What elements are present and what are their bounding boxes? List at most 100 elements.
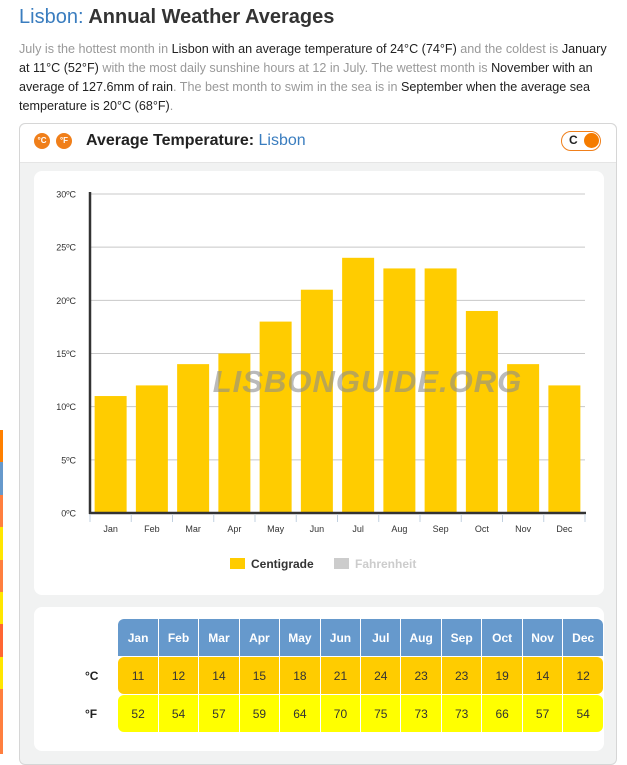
fahrenheit-cell: 70 [320, 695, 361, 732]
side-strip-segment [0, 656, 3, 690]
celsius-cell: 21 [320, 657, 361, 694]
celsius-cell: 15 [239, 657, 280, 694]
side-color-strip [0, 430, 3, 754]
side-strip-segment [0, 559, 3, 592]
bar-oct [465, 310, 498, 513]
intro-text: with the most daily sunshine hours at 12… [98, 61, 492, 75]
legend-label-fahrenheit: Fahrenheit [355, 557, 417, 571]
fahrenheit-cell: 52 [118, 695, 158, 732]
celsius-cell: 11 [118, 657, 158, 694]
page-title: Lisbon: Annual Weather Averages [19, 6, 334, 29]
x-tick-label: Jan [103, 524, 118, 534]
month-header: Oct [482, 619, 522, 656]
watermark: LISBONGUIDE.ORG [213, 364, 523, 399]
unit-toggle-label: C [569, 133, 578, 147]
intro-text: . The best month to swim in the sea is i… [173, 80, 401, 94]
y-tick-label: 0ºC [61, 509, 76, 519]
month-header: Aug [401, 619, 441, 656]
celsius-cell: 18 [280, 657, 320, 694]
table-row-fahrenheit: °F 52 54 57 59 64 70 75 73 73 66 57 54 [85, 695, 603, 732]
card-title-text: Average Temperature: [86, 132, 259, 149]
bar-mar [177, 364, 210, 513]
fahrenheit-cell: 75 [361, 695, 401, 732]
x-tick-label: Apr [227, 524, 241, 534]
legend-swatch-centigrade [230, 558, 245, 569]
x-tick-label: Aug [391, 524, 407, 534]
month-header: Dec [563, 619, 603, 656]
month-header: Apr [239, 619, 280, 656]
fahrenheit-cell: 57 [199, 695, 239, 732]
x-tick-label: Jun [310, 524, 325, 534]
row-label-fahrenheit: °F [85, 695, 118, 732]
legend-item-fahrenheit[interactable]: Fahrenheit [334, 557, 416, 571]
x-tick-label: Jul [352, 524, 364, 534]
y-tick-label: 10ºC [56, 402, 76, 412]
celsius-icon[interactable]: °C [34, 133, 50, 149]
row-label-celsius: °C [85, 657, 118, 694]
month-header: Feb [158, 619, 199, 656]
month-header: Jun [320, 619, 361, 656]
table-row-celsius: °C 11 12 14 15 18 21 24 23 23 19 14 12 [85, 657, 603, 694]
y-tick-label: 15ºC [56, 349, 76, 359]
intro-paragraph: July is the hottest month in Lisbon with… [19, 40, 617, 116]
chart-legend: Centigrade Fahrenheit [34, 557, 604, 577]
celsius-cell: 19 [482, 657, 522, 694]
toggle-knob [584, 133, 599, 148]
side-strip-segment [0, 689, 3, 722]
fahrenheit-icon[interactable]: °F [56, 133, 72, 149]
y-tick-label: 5ºC [61, 455, 76, 465]
unit-toggle[interactable]: C [561, 131, 601, 151]
card-title: Average Temperature: Lisbon [86, 132, 306, 150]
celsius-cell: 14 [522, 657, 563, 694]
celsius-icon-label: °C [37, 136, 47, 145]
page-title-text: Annual Weather Averages [83, 6, 335, 28]
fahrenheit-cell: 54 [563, 695, 603, 732]
temperature-bar-chart: 0ºC 5ºC 10ºC 15ºC 20ºC 25ºC 30ºC LISBONGUIDE.OR… [56, 190, 586, 534]
side-strip-segment [0, 591, 3, 625]
fahrenheit-cell: 57 [522, 695, 563, 732]
temperature-card: °C °F Average Temperature: Lisbon C 0ºC 5… [19, 123, 617, 765]
celsius-cell: 12 [158, 657, 199, 694]
card-title-city: Lisbon [258, 132, 306, 149]
x-tick-label: Mar [185, 524, 201, 534]
x-tick-label: Nov [515, 524, 532, 534]
celsius-cell: 14 [199, 657, 239, 694]
bar-feb [135, 385, 168, 513]
side-strip-segment [0, 494, 3, 528]
x-tick-label: May [267, 524, 285, 534]
month-header: Nov [522, 619, 563, 656]
side-strip-segment [0, 462, 3, 495]
fahrenheit-cell: 73 [401, 695, 441, 732]
bar-may [259, 321, 292, 513]
month-header: Sep [441, 619, 482, 656]
side-strip-segment [0, 527, 3, 560]
y-tick-label: 25ºC [56, 243, 76, 253]
fahrenheit-cell: 64 [280, 695, 320, 732]
y-tick-label: 30ºC [56, 190, 76, 200]
celsius-cell: 12 [563, 657, 603, 694]
side-strip-segment [0, 430, 3, 463]
y-tick-label: 20ºC [56, 296, 76, 306]
legend-item-centigrade[interactable]: Centigrade [230, 557, 314, 571]
table-header-row: Jan Feb Mar Apr May Jun Jul Aug Sep Oct Nov Dec [85, 619, 603, 656]
page-title-city: Lisbon [19, 6, 78, 28]
fahrenheit-cell: 54 [158, 695, 199, 732]
bar-dec [548, 385, 581, 513]
fahrenheit-cell: 73 [441, 695, 482, 732]
month-header: Jul [361, 619, 401, 656]
month-header: Jan [118, 619, 158, 656]
intro-text: and the coldest is [456, 42, 562, 56]
intro-text: July is the hottest month in [19, 42, 172, 56]
bar-jan [94, 396, 127, 513]
chart-panel: 0ºC 5ºC 10ºC 15ºC 20ºC 25ºC 30ºC LISBONGUIDE.OR… [34, 171, 604, 595]
fahrenheit-cell: 66 [482, 695, 522, 732]
fahrenheit-cell: 59 [239, 695, 280, 732]
x-tick-label: Oct [475, 524, 490, 534]
card-header: °C °F Average Temperature: Lisbon C [20, 124, 616, 163]
monthly-temperature-table: Jan Feb Mar Apr May Jun Jul Aug Sep Oct Nov Dec °C 11… [84, 618, 604, 733]
legend-label-centigrade: Centigrade [251, 557, 314, 571]
x-tick-label: Feb [144, 524, 160, 534]
x-tick-label: Sep [433, 524, 449, 534]
celsius-cell: 23 [441, 657, 482, 694]
x-tick-label: Dec [556, 524, 573, 534]
